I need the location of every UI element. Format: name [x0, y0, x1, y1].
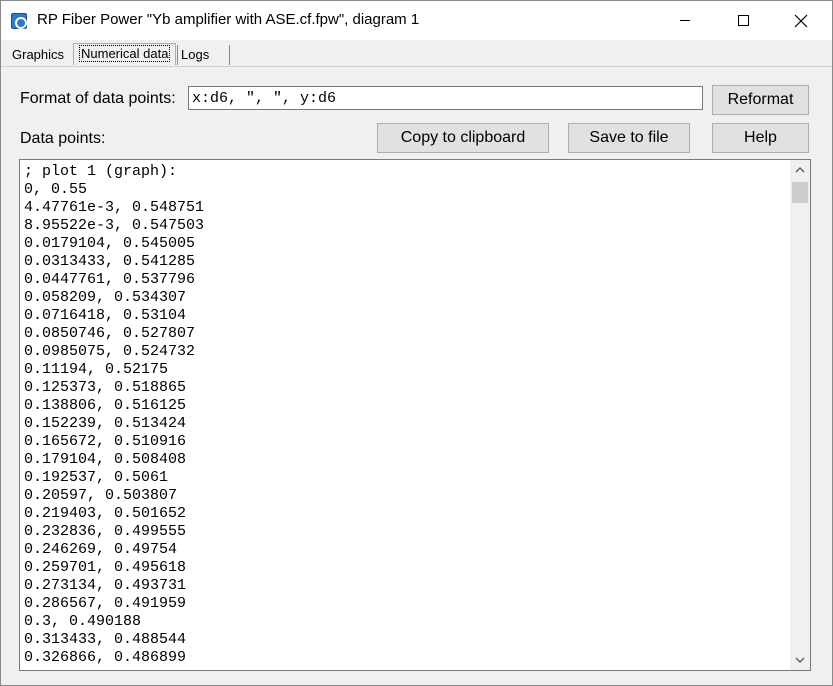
data-point-line: 0.0716418, 0.53104 — [24, 307, 187, 324]
data-point-line: 0.232836, 0.499555 — [24, 523, 187, 540]
tab-numerical-data-label: Numerical data — [79, 45, 171, 62]
app-logo-icon — [11, 13, 27, 29]
data-point-line: 0.179104, 0.508408 — [24, 451, 187, 468]
data-point-line: 0.0447761, 0.537796 — [24, 271, 196, 288]
data-point-line: 0.3, 0.490188 — [24, 613, 142, 630]
data-point-line: 0.219403, 0.501652 — [24, 505, 187, 522]
data-point-line: ; plot 1 (graph): — [24, 163, 178, 180]
data-points-textarea[interactable]: ; plot 1 (graph): 0, 0.55 4.47761e-3, 0.54… — [19, 159, 811, 671]
data-point-line: 0.20597, 0.503807 — [24, 487, 178, 504]
data-point-line: 4.47761e-3, 0.548751 — [24, 199, 205, 216]
reformat-button[interactable]: Reformat — [712, 85, 809, 115]
data-point-line: 0.165672, 0.510916 — [24, 433, 187, 450]
data-point-line: 0.125373, 0.518865 — [24, 379, 187, 396]
tab-separator — [229, 45, 230, 65]
data-point-line: 0.273134, 0.493731 — [24, 577, 187, 594]
save-to-file-button[interactable]: Save to file — [568, 123, 690, 153]
scroll-down-button[interactable] — [790, 650, 810, 670]
chevron-down-icon — [795, 657, 805, 663]
data-points-label: Data points: — [20, 130, 106, 147]
close-button[interactable] — [772, 1, 830, 40]
tab-numerical-data[interactable]: Numerical data — [73, 43, 177, 65]
data-point-line: 0.246269, 0.49754 — [24, 541, 178, 558]
data-point-line: 0.326866, 0.486899 — [24, 649, 187, 666]
data-point-line: 0.11194, 0.52175 — [24, 361, 169, 378]
data-point-line: 0.259701, 0.495618 — [24, 559, 187, 576]
minimize-icon — [680, 20, 690, 21]
close-icon — [794, 14, 808, 27]
data-point-line: 0.0850746, 0.527807 — [24, 325, 196, 342]
tab-separator — [177, 45, 178, 65]
help-button[interactable]: Help — [712, 123, 809, 153]
data-point-line: 0, 0.55 — [24, 181, 88, 198]
data-point-line: 0.192537, 0.5061 — [24, 469, 169, 486]
maximize-icon — [737, 15, 749, 26]
vertical-scrollbar[interactable] — [790, 160, 810, 670]
minimize-button[interactable] — [656, 1, 714, 40]
scroll-up-button[interactable] — [790, 160, 810, 180]
title-bar[interactable]: RP Fiber Power "Yb amplifier with ASE.cf… — [1, 1, 832, 40]
tab-graphics[interactable]: Graphics — [12, 44, 64, 66]
data-point-line: 0.313433, 0.488544 — [24, 631, 187, 648]
tab-divider — [1, 66, 832, 67]
data-point-line: 0.0985075, 0.524732 — [24, 343, 196, 360]
data-point-line: 0.0313433, 0.541285 — [24, 253, 196, 270]
tab-logs[interactable]: Logs — [181, 44, 209, 66]
format-input[interactable] — [188, 86, 703, 110]
app-window: RP Fiber Power "Yb amplifier with ASE.cf… — [0, 0, 833, 686]
format-label: Format of data points: — [20, 90, 176, 107]
maximize-button[interactable] — [714, 1, 772, 40]
data-point-line: 0.0179104, 0.545005 — [24, 235, 196, 252]
data-point-line: 8.95522e-3, 0.547503 — [24, 217, 205, 234]
copy-to-clipboard-button[interactable]: Copy to clipboard — [377, 123, 549, 153]
data-point-line: 0.286567, 0.491959 — [24, 595, 187, 612]
window-title: RP Fiber Power "Yb amplifier with ASE.cf… — [37, 11, 420, 28]
chevron-up-icon — [795, 167, 805, 173]
data-point-line: 0.058209, 0.534307 — [24, 289, 187, 306]
data-point-line: 0.152239, 0.513424 — [24, 415, 187, 432]
data-points-lines: ; plot 1 (graph): 0, 0.55 4.47761e-3, 0.54… — [24, 163, 204, 667]
scroll-thumb[interactable] — [792, 182, 808, 203]
data-point-line: 0.138806, 0.516125 — [24, 397, 187, 414]
